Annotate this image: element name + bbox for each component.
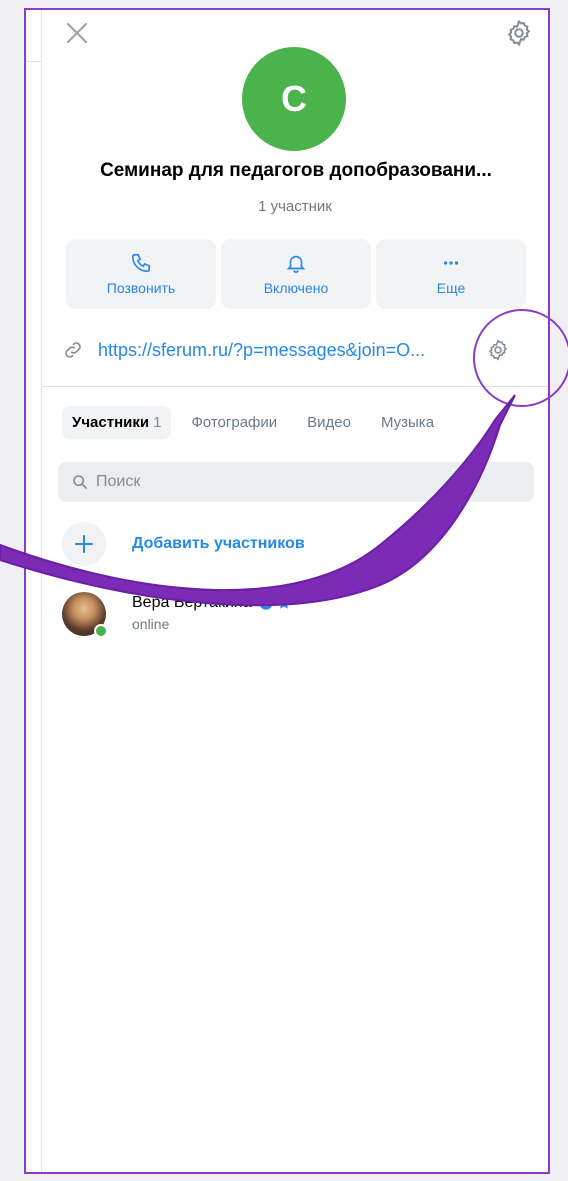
notifications-button[interactable]: Включено: [221, 239, 371, 309]
phone-icon: [131, 253, 151, 273]
action-buttons: Позвонить Включено Еще: [66, 239, 526, 309]
invite-link[interactable]: https://sferum.ru/?p=messages&join=O...: [98, 340, 476, 361]
plus-icon: [75, 535, 93, 553]
call-button[interactable]: Позвонить: [66, 239, 216, 309]
members-count: 1 участник: [258, 198, 332, 215]
tabs: Участники 1 Фотографии Видео Музыка: [62, 406, 454, 439]
online-indicator: [94, 624, 108, 638]
search-placeholder: Поиск: [96, 473, 141, 490]
tab-members[interactable]: Участники 1: [62, 406, 172, 439]
tab-members-count: 1: [153, 414, 162, 431]
more-label: Еще: [436, 280, 466, 296]
settings-button[interactable]: [504, 18, 534, 48]
notifications-label: Включено: [263, 280, 329, 296]
chat-title: Семинар для педагогов допобразовани...: [100, 160, 492, 181]
tab-members-label: Участники: [72, 414, 150, 431]
avatar: [62, 592, 108, 638]
invite-link-row[interactable]: https://sferum.ru/?p=messages&join=O...: [62, 332, 534, 368]
more-button[interactable]: Еще: [376, 239, 526, 309]
add-members-label: Добавить участников: [132, 535, 305, 552]
call-label: Позвонить: [106, 280, 176, 296]
close-icon: [67, 23, 87, 43]
link-settings-icon[interactable]: [486, 338, 510, 362]
tab-photos[interactable]: Фотографии: [181, 406, 287, 439]
chat-info-panel: С Семинар для педагогов допобразовани...…: [24, 8, 550, 1174]
divider: [42, 386, 548, 387]
gear-icon: [507, 19, 531, 47]
member-name: Вера Вертакина: [132, 594, 252, 611]
verified-icon: [258, 596, 273, 610]
star-icon: [277, 596, 290, 609]
add-members-button[interactable]: Добавить участников: [62, 522, 305, 566]
link-icon: [65, 342, 81, 358]
list-item[interactable]: Вера Вертакина online: [62, 592, 292, 638]
chat-avatar[interactable]: С: [242, 47, 346, 151]
search-icon: [73, 475, 87, 489]
left-strip: [26, 10, 42, 1172]
panel-content: С Семинар для педагогов допобразовани...…: [42, 10, 548, 1172]
more-icon: [443, 261, 459, 265]
tab-videos[interactable]: Видео: [297, 406, 361, 439]
search-input[interactable]: Поиск: [58, 462, 534, 502]
close-button[interactable]: [62, 18, 92, 48]
member-status: online: [132, 616, 170, 632]
tab-music[interactable]: Музыка: [371, 406, 444, 439]
add-circle: [62, 522, 106, 566]
bell-icon: [286, 255, 306, 273]
